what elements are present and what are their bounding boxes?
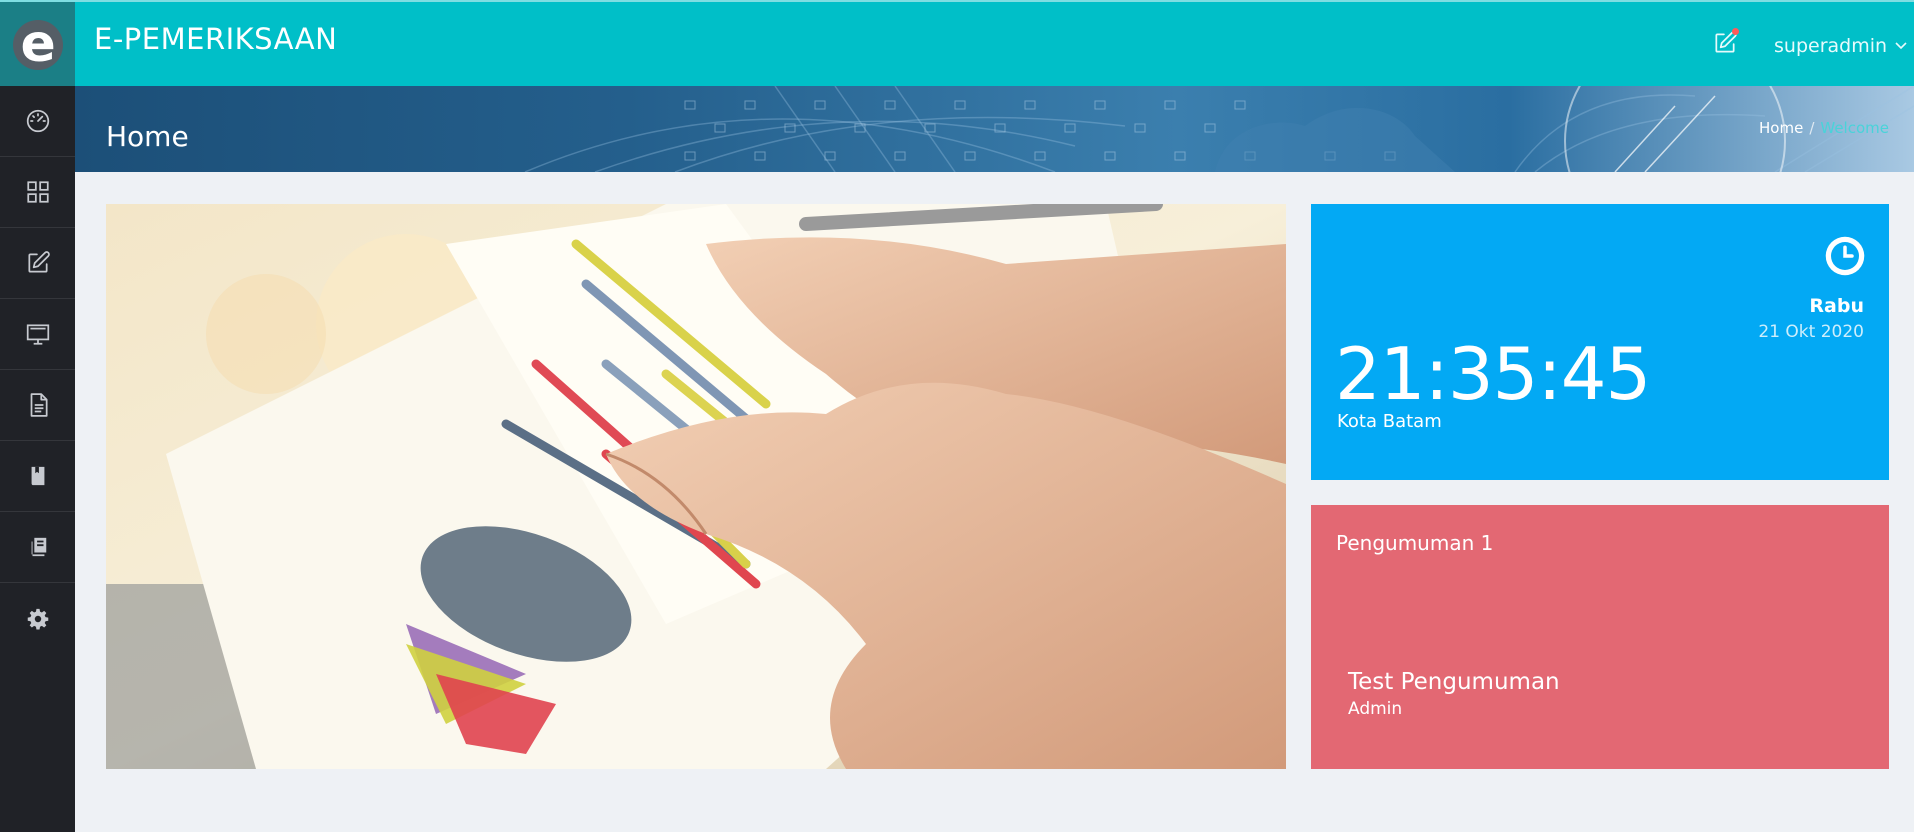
user-menu[interactable]: superadmin [1774, 35, 1907, 57]
sidebar-item-book[interactable] [0, 441, 75, 512]
sidebar-item-dashboard[interactable] [0, 86, 75, 157]
sidebar-item-grid[interactable] [0, 157, 75, 228]
dashboard-gauge-icon [26, 109, 49, 133]
announcement-card: Pengumuman 1 Test Pengumuman Admin [1311, 505, 1889, 769]
app-title: E-PEMERIKSAAN [94, 22, 338, 56]
document-icon [30, 393, 48, 417]
page-header-banner: Home Home / Welcome [75, 86, 1914, 172]
monitor-icon [26, 324, 49, 345]
sidebar-item-monitor[interactable] [0, 299, 75, 370]
top-bar: e E-PEMERIKSAAN superadmin [0, 0, 1914, 88]
edit-icon [27, 251, 50, 273]
breadcrumb-separator: / [1809, 119, 1815, 137]
breadcrumb: Home / Welcome [1759, 119, 1889, 137]
breadcrumb-current: Welcome [1820, 119, 1889, 137]
hero-image [106, 204, 1286, 769]
announcement-title: Pengumuman 1 [1336, 531, 1494, 555]
clock-icon [1825, 236, 1865, 276]
sidebar-item-books[interactable] [0, 512, 75, 583]
clock-day: Rabu [1809, 295, 1864, 317]
app-logo[interactable]: e [0, 2, 75, 88]
logo-letter: e [20, 20, 56, 70]
page-title: Home [106, 120, 189, 153]
notification-dot [1732, 28, 1739, 35]
books-icon [29, 537, 46, 557]
announcement-item-author: Admin [1348, 699, 1403, 719]
gear-icon [27, 608, 48, 629]
logo-icon: e [12, 20, 63, 70]
clock-time: 21:35:45 [1335, 332, 1651, 416]
grid-icon [26, 181, 49, 203]
book-icon [31, 466, 44, 486]
breadcrumb-home[interactable]: Home [1759, 119, 1803, 137]
clock-card: Rabu 21 Okt 2020 21:35:45 Kota Batam [1311, 204, 1889, 480]
chevron-down-icon [1895, 42, 1907, 50]
announcement-item-title[interactable]: Test Pengumuman [1348, 669, 1560, 695]
clock-city: Kota Batam [1337, 411, 1442, 432]
clock-date: 21 Okt 2020 [1758, 322, 1864, 342]
user-name: superadmin [1774, 35, 1888, 57]
sidebar-item-settings[interactable] [0, 583, 75, 654]
edit-icon[interactable] [1712, 28, 1739, 56]
sidebar-item-document[interactable] [0, 370, 75, 441]
hero-photo-illustration [106, 204, 1286, 769]
banner-background-art [524, 86, 1914, 172]
sidebar-item-edit[interactable] [0, 228, 75, 299]
sidebar [0, 86, 75, 832]
